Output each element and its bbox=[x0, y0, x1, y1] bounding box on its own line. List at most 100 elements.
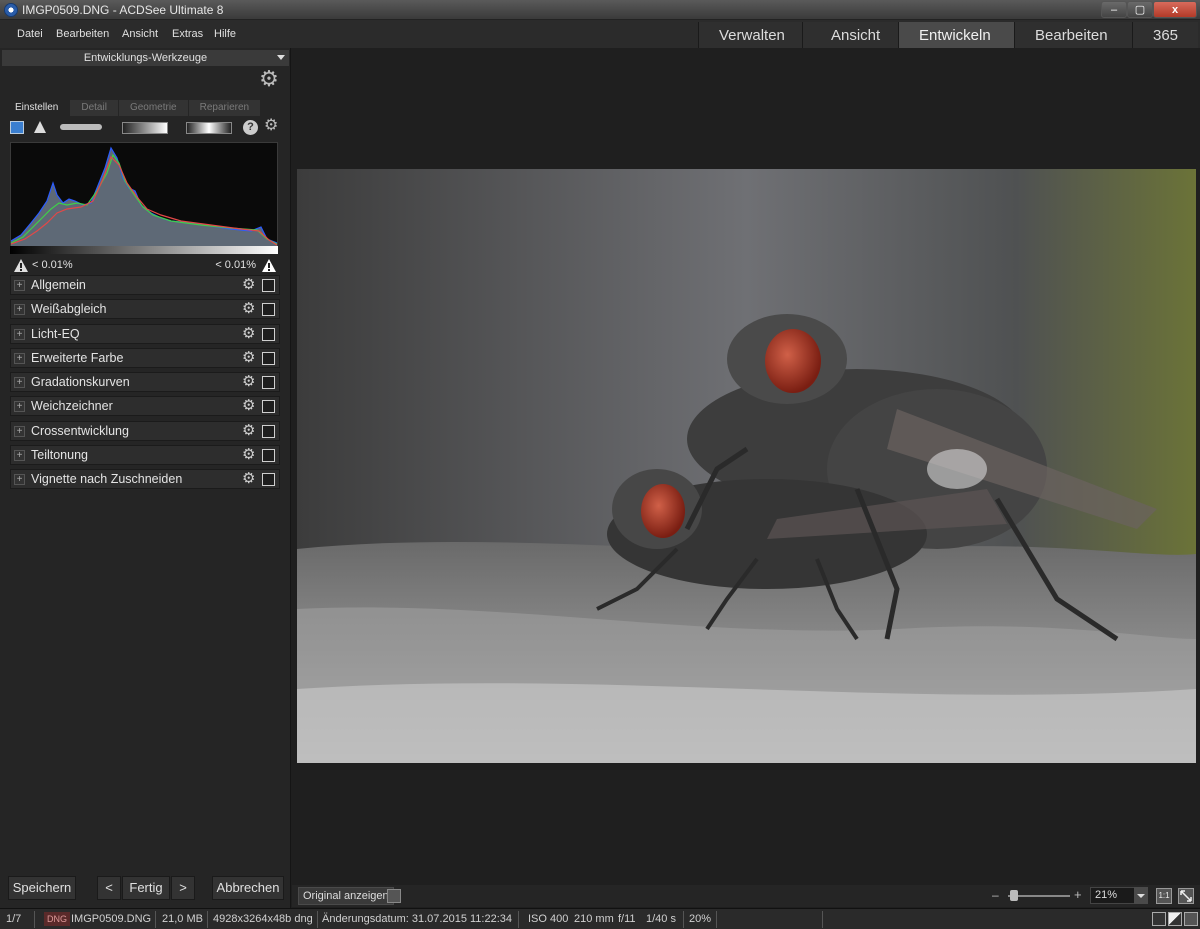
mode-tab-365[interactable]: 365 bbox=[1132, 22, 1198, 48]
enable-checkbox[interactable] bbox=[262, 351, 275, 365]
zoom-in-button[interactable]: + bbox=[1074, 887, 1082, 902]
enable-checkbox[interactable] bbox=[262, 376, 275, 390]
group-label: Licht-EQ bbox=[31, 326, 80, 341]
expand-icon[interactable]: + bbox=[14, 425, 25, 437]
separator bbox=[822, 911, 823, 928]
expand-icon[interactable]: + bbox=[14, 352, 25, 364]
enable-checkbox[interactable] bbox=[262, 449, 275, 463]
show-original-button[interactable]: Original anzeigen bbox=[298, 887, 394, 905]
chevron-down-icon[interactable] bbox=[277, 55, 285, 60]
subtab-detail[interactable]: Detail bbox=[70, 100, 118, 116]
zoom-out-button[interactable]: – bbox=[992, 888, 999, 902]
menu-hilfe[interactable]: Hilfe bbox=[214, 28, 236, 40]
highlight-clipping-value: < 0.01% bbox=[215, 259, 256, 271]
enable-checkbox[interactable] bbox=[262, 303, 275, 317]
group-label: Weichzeichner bbox=[31, 399, 113, 414]
expand-icon[interactable]: + bbox=[14, 450, 25, 462]
zoom-dropdown-button[interactable] bbox=[1134, 887, 1148, 904]
focal-length: 210 mm bbox=[574, 913, 614, 925]
previous-button[interactable]: < bbox=[97, 876, 121, 900]
settings-gear-icon[interactable]: ⚙ bbox=[258, 68, 280, 90]
enable-checkbox[interactable] bbox=[262, 473, 275, 487]
image-index: 1/7 bbox=[6, 913, 22, 925]
gear-icon[interactable]: ⚙ bbox=[242, 277, 255, 293]
zoom-readout: 20% bbox=[689, 913, 712, 925]
gear-icon[interactable]: ⚙ bbox=[242, 422, 255, 439]
group-weichzeichner[interactable]: + Weichzeichner ⚙ bbox=[10, 396, 280, 417]
histogram-toggle-icon[interactable] bbox=[10, 121, 24, 134]
fullscreen-icon[interactable] bbox=[1184, 912, 1198, 926]
compare-mode-icon[interactable] bbox=[1168, 912, 1182, 926]
clipping-warning-icon[interactable] bbox=[34, 121, 46, 133]
menu-extras[interactable]: Extras bbox=[172, 28, 203, 40]
gear-icon[interactable]: ⚙ bbox=[242, 349, 255, 366]
separator bbox=[683, 911, 684, 928]
separator bbox=[317, 911, 318, 928]
cancel-button[interactable]: Abbrechen bbox=[212, 876, 284, 900]
menu-datei[interactable]: Datei bbox=[17, 28, 43, 40]
image-viewer bbox=[292, 48, 1200, 908]
mode-tab-verwalten[interactable]: Verwalten bbox=[698, 22, 802, 48]
expand-icon[interactable]: + bbox=[14, 474, 25, 486]
maximize-button[interactable]: ▢ bbox=[1127, 1, 1153, 18]
photo-canvas[interactable] bbox=[297, 169, 1196, 763]
close-button[interactable]: x bbox=[1153, 1, 1197, 18]
subtab-einstellen[interactable]: Einstellen bbox=[4, 100, 70, 116]
mode-tab-ansicht[interactable]: Ansicht bbox=[802, 22, 898, 48]
done-button[interactable]: Fertig bbox=[122, 876, 170, 900]
fit-to-window-icon[interactable] bbox=[1178, 888, 1194, 904]
expand-icon[interactable]: + bbox=[14, 304, 25, 316]
group-label: Crossentwicklung bbox=[31, 423, 129, 438]
group-gradationskurven[interactable]: + Gradationskurven ⚙ bbox=[10, 372, 280, 393]
highlight-clipping-warning-icon[interactable] bbox=[262, 259, 276, 272]
enable-checkbox[interactable] bbox=[262, 279, 275, 292]
view-mode-icon[interactable] bbox=[1152, 912, 1166, 926]
group-weissabgleich[interactable]: + Weißabgleich ⚙ bbox=[10, 299, 280, 320]
menu-bearbeiten[interactable]: Bearbeiten bbox=[56, 28, 109, 40]
iso-value: ISO 400 bbox=[528, 913, 569, 925]
expand-icon[interactable]: + bbox=[14, 377, 25, 389]
enable-checkbox[interactable] bbox=[262, 424, 275, 438]
gear-icon[interactable]: ⚙ bbox=[242, 325, 255, 342]
next-button[interactable]: > bbox=[171, 876, 195, 900]
acdsee-app-icon[interactable] bbox=[4, 3, 18, 17]
expand-icon[interactable]: + bbox=[14, 401, 25, 413]
enable-checkbox[interactable] bbox=[262, 400, 275, 414]
group-crossentwicklung[interactable]: + Crossentwicklung ⚙ bbox=[10, 420, 280, 441]
gradient-tool-icon[interactable] bbox=[122, 122, 168, 134]
help-icon[interactable]: ? bbox=[243, 120, 258, 135]
group-allgemein[interactable]: + Allgemein ⚙ bbox=[10, 275, 280, 295]
zoom-slider-handle[interactable] bbox=[1010, 890, 1018, 901]
subtab-reparieren[interactable]: Reparieren bbox=[188, 100, 261, 116]
gear-icon[interactable]: ⚙ bbox=[242, 471, 255, 487]
develop-tools-panel: Entwicklungs-Werkzeuge ⚙ Einstellen Deta… bbox=[0, 48, 291, 908]
tool-settings-gear-icon[interactable]: ⚙ bbox=[264, 118, 280, 134]
mode-tab-entwickeln[interactable]: Entwickeln bbox=[898, 22, 1014, 48]
gear-icon[interactable]: ⚙ bbox=[242, 374, 255, 390]
slider-tool-icon[interactable] bbox=[60, 124, 102, 130]
image-dimensions: 4928x3264x48b dng bbox=[213, 913, 313, 925]
expand-icon[interactable]: + bbox=[14, 328, 25, 340]
zoom-1to1-button[interactable]: 1:1 bbox=[1156, 888, 1172, 904]
minimize-button[interactable]: – bbox=[1101, 1, 1127, 18]
gear-icon[interactable]: ⚙ bbox=[242, 398, 255, 414]
separator bbox=[34, 911, 35, 928]
group-label: Teiltonung bbox=[31, 448, 88, 463]
enable-checkbox[interactable] bbox=[262, 327, 275, 341]
mode-tab-bearbeiten[interactable]: Bearbeiten bbox=[1014, 22, 1132, 48]
gear-icon[interactable]: ⚙ bbox=[242, 301, 255, 317]
save-button[interactable]: Speichern bbox=[8, 876, 76, 900]
gear-icon[interactable]: ⚙ bbox=[242, 447, 255, 463]
radial-gradient-tool-icon[interactable] bbox=[186, 122, 232, 134]
group-teiltonung[interactable]: + Teiltonung ⚙ bbox=[10, 445, 280, 466]
group-licht-eq[interactable]: + Licht-EQ ⚙ bbox=[10, 323, 280, 344]
group-erweiterte-farbe[interactable]: + Erweiterte Farbe ⚙ bbox=[10, 347, 280, 368]
expand-icon[interactable]: + bbox=[14, 280, 25, 291]
subtab-geometrie[interactable]: Geometrie bbox=[118, 100, 188, 116]
menu-ansicht[interactable]: Ansicht bbox=[122, 28, 158, 40]
group-label: Allgemein bbox=[31, 278, 86, 292]
shadow-clipping-warning-icon[interactable] bbox=[14, 259, 28, 272]
group-vignette[interactable]: + Vignette nach Zuschneiden ⚙ bbox=[10, 469, 280, 490]
panel-header[interactable]: Entwicklungs-Werkzeuge bbox=[2, 50, 289, 66]
compare-icon[interactable] bbox=[387, 889, 401, 903]
